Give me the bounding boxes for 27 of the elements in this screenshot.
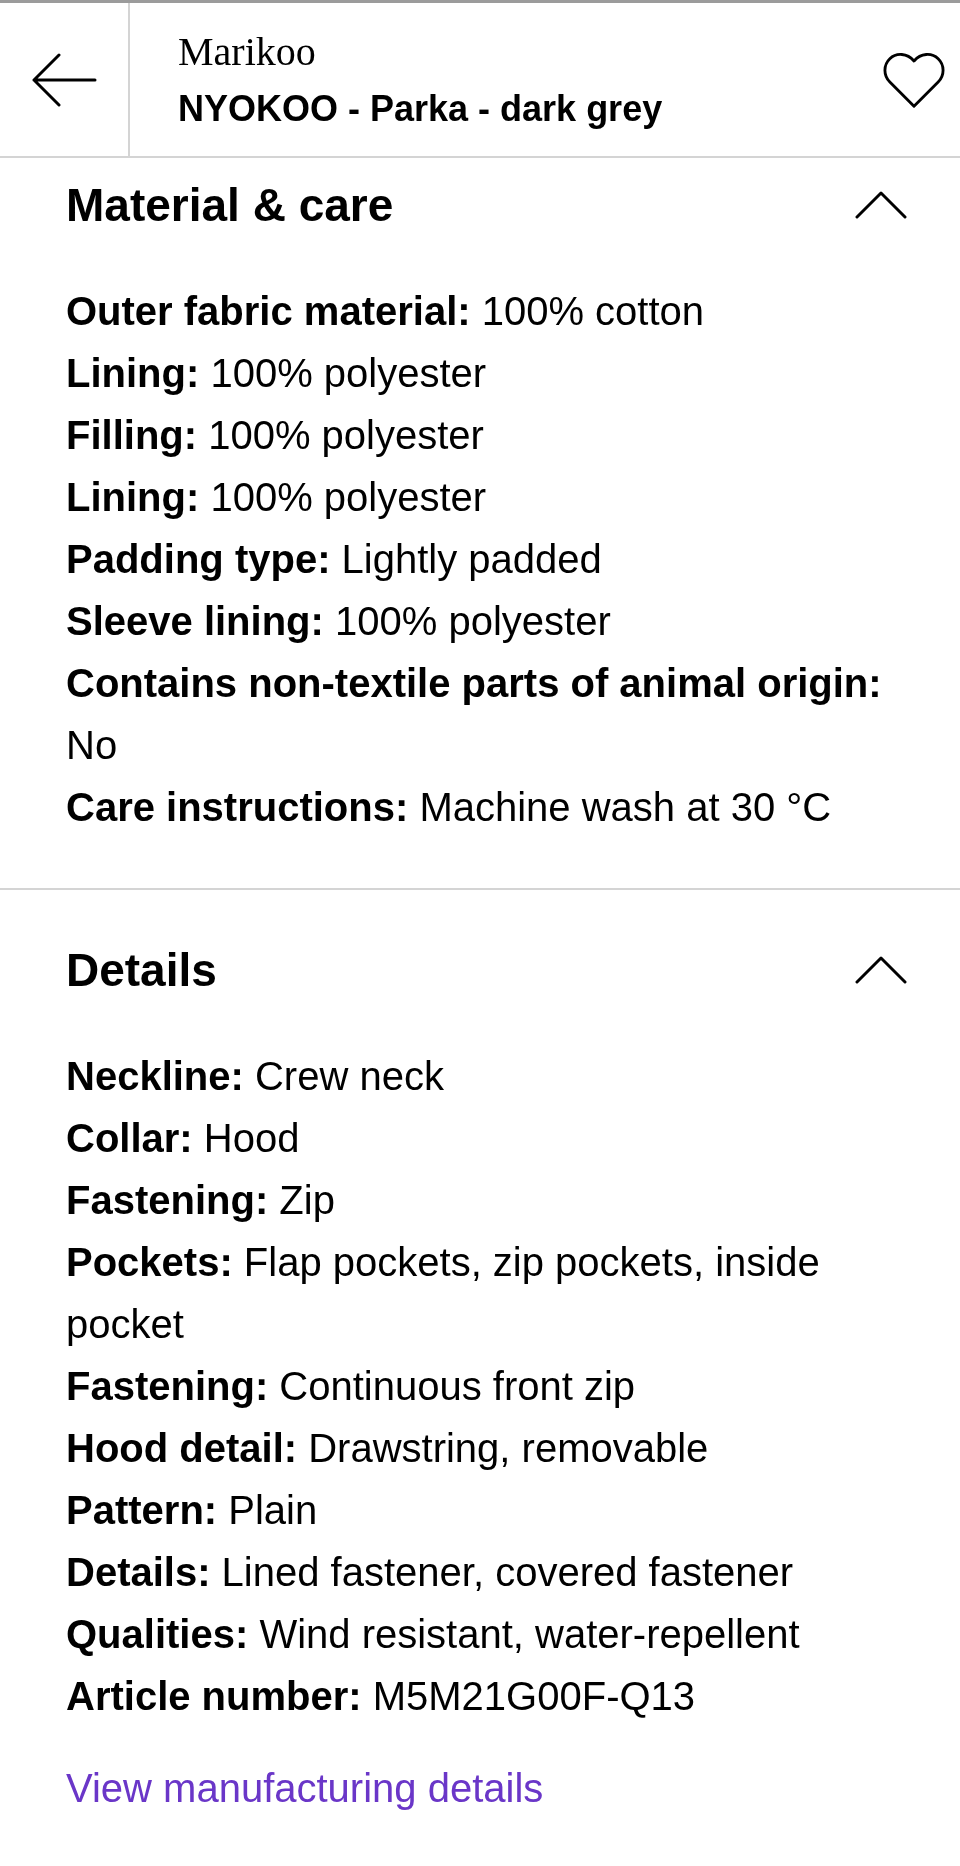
attribute-text: Article number: M5M21G00F-Q13 [66,1673,697,1720]
attribute-text: Fastening: Zip [66,1177,336,1224]
attribute-text: Outer fabric material: 100% cotton [66,288,706,335]
chevron-up-icon[interactable] [855,191,907,219]
back-arrow-icon [31,52,97,107]
attribute-text: Care instructions: Machine wash at 30 °C [66,784,833,831]
attribute-text: Collar: Hood [66,1115,301,1162]
section-title: Material & care [66,178,394,233]
attribute-text: Details: Lined fastener, covered fastener [66,1549,795,1596]
manufacturing-details-link[interactable]: View manufacturing details [66,1757,544,1819]
attribute-text: Pattern: Plain [66,1487,319,1534]
attribute-text: Qualities: Wind resistant, water-repellent [66,1611,801,1658]
attribute-text: Filling: 100% polyester [66,412,485,459]
attribute-text: Neckline: Crew neck [66,1053,445,1100]
attribute-text: Fastening: Continuous front zip [66,1363,637,1410]
attribute-text: Contains non-textile parts of animal origin: No [66,660,883,769]
attribute-text: Pockets: Flap pockets, zip pockets, inside pocket [66,1239,821,1348]
attribute-text: Padding type: Lightly padded [66,536,603,583]
attribute-text: Sleeve lining: 100% polyester [66,598,612,645]
brand-name: Marikoo [178,27,317,76]
attribute-text: Hood detail: Drawstring, removable [66,1425,710,1472]
heart-icon[interactable] [881,50,947,109]
attribute-text: Lining: 100% polyester [66,350,488,397]
section-title: Details [66,943,217,998]
chevron-up-icon[interactable] [855,956,907,984]
product-title: NYOKOO - Parka - dark grey [178,86,664,131]
attribute-text: Lining: 100% polyester [66,474,488,521]
